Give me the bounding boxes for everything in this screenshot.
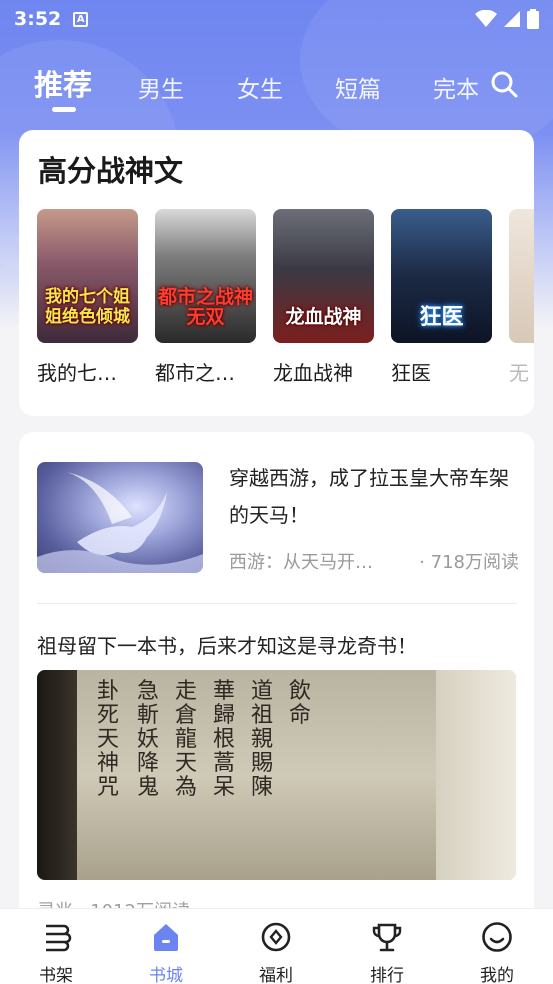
active-tab-indicator bbox=[52, 107, 76, 112]
nav-label: 我的 bbox=[480, 966, 514, 984]
search-icon[interactable] bbox=[490, 70, 518, 98]
article-photo[interactable]: 卦死天神咒 急斬妖降鬼 走倉龍天為 華歸根蒿呆 道祖親賜陳 飲命 bbox=[37, 670, 516, 880]
article-title[interactable]: 穿越西游，成了拉玉皇大帝车架的天马！ bbox=[229, 460, 519, 534]
feed-card: 穿越西游，成了拉玉皇大帝车架的天马！ 西游：从天马开… · 718万阅读 祖母留… bbox=[19, 432, 534, 952]
cover-title: 狂医 bbox=[419, 304, 464, 330]
cover-title: 我的七个姐姐绝色倾城 bbox=[45, 287, 130, 327]
book-name: 狂医 bbox=[391, 361, 431, 385]
cell-signal-icon bbox=[504, 11, 520, 27]
photo-text-column: 飲命 bbox=[289, 679, 312, 728]
book-name: 我的七… bbox=[37, 361, 117, 385]
nav-bookstore[interactable]: 书城 bbox=[126, 909, 206, 984]
book-item[interactable]: 龙血战神 龙血战神 bbox=[273, 209, 374, 386]
book-item[interactable]: 我的七个姐姐绝色倾城 我的七… bbox=[37, 209, 138, 386]
book-name: 龙血战神 bbox=[273, 361, 353, 385]
article-title[interactable]: 祖母留下一本书，后来才知这是寻龙奇书！ bbox=[37, 630, 417, 659]
photo-page-edge bbox=[436, 670, 516, 880]
tab-complete[interactable]: 完本 bbox=[433, 70, 479, 104]
nav-mine[interactable]: 我的 bbox=[457, 909, 537, 984]
article-source: 西游：从天马开… bbox=[229, 552, 373, 573]
trophy-icon bbox=[372, 923, 402, 952]
tab-female[interactable]: 女生 bbox=[237, 70, 283, 104]
nav-label: 排行 bbox=[370, 966, 404, 984]
coin-icon bbox=[261, 922, 291, 952]
tab-recommend[interactable]: 推荐 bbox=[34, 62, 92, 104]
status-time: 3:52 bbox=[14, 8, 62, 30]
nav-bookshelf[interactable]: 书架 bbox=[16, 909, 96, 984]
article-reads: · 718万阅读 bbox=[419, 552, 519, 573]
photo-text-column: 走倉龍天為 bbox=[175, 679, 198, 800]
bookshelf-icon bbox=[46, 924, 72, 952]
book-cover bbox=[509, 209, 534, 343]
book-cover: 都市之战神无双 bbox=[155, 209, 256, 343]
book-item[interactable]: 狂医 狂医 bbox=[391, 209, 492, 386]
nav-label: 福利 bbox=[259, 966, 293, 984]
book-cover: 龙血战神 bbox=[273, 209, 374, 343]
photo-text-column: 道祖親賜陳 bbox=[251, 679, 274, 800]
book-item[interactable]: 都市之战神无双 都市之… bbox=[155, 209, 256, 386]
section-title: 高分战神文 bbox=[38, 154, 184, 188]
bottom-nav: 书架 书城 福利 排行 我的 bbox=[0, 908, 553, 984]
book-cover: 我的七个姐姐绝色倾城 bbox=[37, 209, 138, 343]
photo-text-column: 華歸根蒿呆 bbox=[213, 679, 236, 800]
notification-a-icon: A bbox=[73, 11, 89, 27]
pegasus-illustration bbox=[37, 472, 203, 573]
article-thumbnail[interactable] bbox=[37, 462, 203, 573]
book-item[interactable]: 无 bbox=[509, 209, 534, 386]
article-meta: 西游：从天马开… · 718万阅读 bbox=[229, 548, 519, 574]
photo-text-column: 急斬妖降鬼 bbox=[137, 679, 160, 800]
high-score-section: 高分战神文 我的七个姐姐绝色倾城 我的七… 都市之战神无双 都市之… 龙血战神 … bbox=[19, 130, 534, 416]
photo-dark-edge bbox=[37, 670, 77, 880]
wifi-icon bbox=[475, 10, 497, 27]
nav-welfare[interactable]: 福利 bbox=[236, 909, 316, 984]
book-name: 都市之… bbox=[155, 361, 235, 385]
photo-text-column: 卦死天神咒 bbox=[97, 679, 120, 800]
divider bbox=[37, 603, 517, 604]
top-tabs: 推荐 男生 女生 短篇 完本 bbox=[0, 58, 553, 118]
home-icon bbox=[154, 924, 178, 951]
battery-icon bbox=[527, 9, 539, 29]
status-bar: 3:52 A bbox=[0, 0, 553, 38]
tab-male[interactable]: 男生 bbox=[138, 70, 184, 104]
book-name: 无 bbox=[509, 361, 529, 385]
book-cover: 狂医 bbox=[391, 209, 492, 343]
tab-short[interactable]: 短篇 bbox=[335, 70, 381, 104]
nav-label: 书城 bbox=[149, 966, 183, 984]
cover-title: 都市之战神无双 bbox=[157, 286, 253, 328]
cover-title: 龙血战神 bbox=[285, 306, 362, 328]
smiley-icon bbox=[482, 922, 512, 952]
nav-label: 书架 bbox=[39, 966, 73, 984]
nav-ranking[interactable]: 排行 bbox=[347, 909, 427, 984]
